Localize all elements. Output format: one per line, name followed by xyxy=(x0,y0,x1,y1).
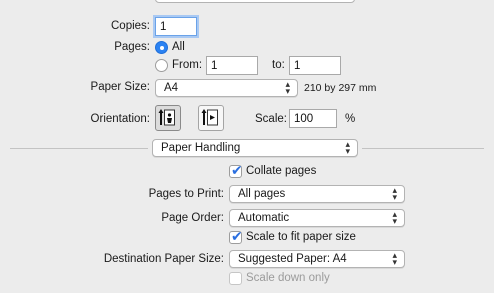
paper-dimensions: 210 by 297 mm xyxy=(304,82,377,94)
landscape-icon xyxy=(201,109,218,126)
collate-checkbox[interactable]: ✔ xyxy=(229,162,243,178)
collate-label: Collate pages xyxy=(246,165,317,177)
scale-down-label: Scale down only xyxy=(246,272,330,284)
landscape-button[interactable] xyxy=(198,105,224,131)
page-order-popup[interactable]: Automatic ▴ ▾ xyxy=(229,209,405,227)
scale-field[interactable] xyxy=(289,109,337,128)
orientation-label: Orientation: xyxy=(90,113,150,125)
scale-to-fit-checkbox[interactable]: ✔ xyxy=(229,228,243,244)
scale-label: Scale: xyxy=(255,113,287,125)
pages-to-print-popup[interactable]: All pages ▴ ▾ xyxy=(229,185,405,203)
popup-arrows-icon: ▴ ▾ xyxy=(392,209,397,226)
destination-label: Destination Paper Size: xyxy=(103,253,224,265)
pages-to-print-label: Pages to Print: xyxy=(148,188,224,200)
destination-popup[interactable]: Suggested Paper: A4 ▴ ▾ xyxy=(229,250,405,268)
page-order-label: Page Order: xyxy=(161,212,224,224)
pages-from-radio[interactable] xyxy=(155,59,168,72)
paper-size-label: Paper Size: xyxy=(90,81,150,93)
paper-size-popup[interactable]: A4 ▴ ▾ xyxy=(155,79,298,97)
paper-size-value: A4 xyxy=(164,82,179,94)
pages-to-label: to: xyxy=(272,59,285,71)
popup-arrows-icon: ▴ ▾ xyxy=(392,185,397,202)
checkmark-icon: ✔ xyxy=(231,228,243,244)
pages-to-field[interactable] xyxy=(289,56,341,75)
section-popup[interactable]: Paper Handling ▴ ▾ xyxy=(152,139,358,157)
copies-label: Copies: xyxy=(111,20,150,32)
page-order-value: Automatic xyxy=(238,212,290,224)
section-popup-value: Paper Handling xyxy=(161,142,241,154)
pages-label: Pages: xyxy=(114,41,150,53)
popup-arrows-icon: ▴ ▾ xyxy=(285,79,290,96)
section-separator-left xyxy=(10,148,148,149)
pages-all-radio[interactable] xyxy=(155,41,168,54)
section-separator-right xyxy=(362,148,484,149)
pages-from-field[interactable] xyxy=(206,56,258,75)
popup-arrows-icon: ▴ ▾ xyxy=(345,139,350,156)
scale-unit: % xyxy=(345,113,356,125)
portrait-icon xyxy=(158,109,175,126)
portrait-button[interactable] xyxy=(155,105,181,131)
scale-to-fit-label: Scale to fit paper size xyxy=(246,231,356,243)
popup-arrows-icon: ▴ ▾ xyxy=(392,250,397,267)
copies-field[interactable] xyxy=(155,17,197,36)
checkmark-icon: ✔ xyxy=(231,162,243,178)
pages-all-label: All xyxy=(172,41,185,53)
top-popup-edge xyxy=(155,0,355,3)
destination-value: Suggested Paper: A4 xyxy=(238,253,347,265)
pages-to-print-value: All pages xyxy=(238,188,286,200)
scale-down-checkbox[interactable] xyxy=(229,272,242,285)
pages-from-label: From: xyxy=(172,59,203,71)
